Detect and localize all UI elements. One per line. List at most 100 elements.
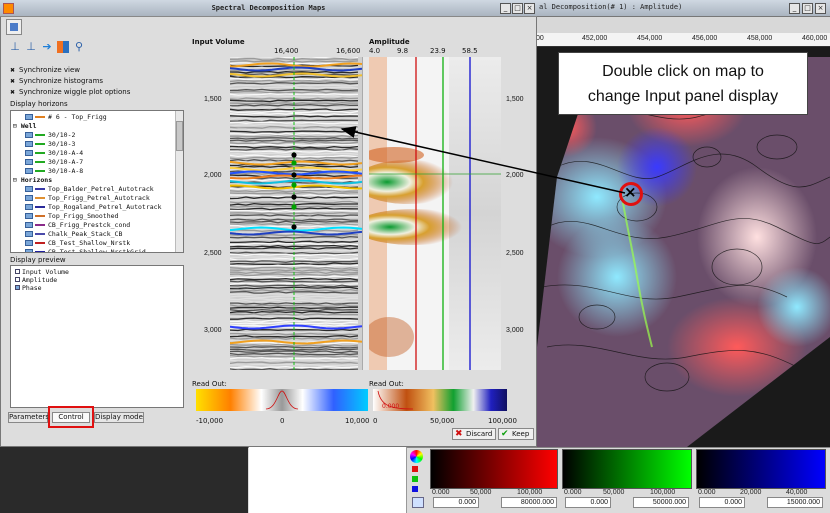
keep-button[interactable]: ✔ Keep [498, 428, 534, 440]
preview-item[interactable]: Phase [15, 284, 42, 292]
blue-colorbar[interactable] [696, 449, 826, 489]
visibility-icon[interactable] [25, 240, 33, 246]
maximize-icon[interactable]: □ [512, 3, 523, 14]
amplitude-section[interactable] [369, 57, 501, 370]
blue-max-input[interactable]: 15000.000 [767, 497, 823, 508]
green-tick: 0.000 [564, 489, 582, 496]
option-label: Synchronize wiggle plot options [19, 88, 131, 96]
visibility-icon[interactable] [25, 231, 33, 237]
horizon-item[interactable]: Top_Rogaland_Petrel_Autotrack [25, 203, 162, 212]
checkbox-icon[interactable]: ✖ [10, 68, 16, 74]
visibility-icon[interactable] [25, 195, 33, 201]
visibility-icon[interactable] [25, 141, 33, 147]
visibility-icon[interactable] [25, 213, 33, 219]
map-window-titlebar[interactable]: al Decomposition(# 1) : Amplitude) _ □ × [537, 0, 830, 17]
red-colorbar[interactable] [430, 449, 558, 489]
horizons-list[interactable]: # 6 - Top_Frigg ⊟ Well 30/10-2 30/10-3 30/10… [10, 110, 184, 253]
visibility-icon[interactable] [25, 249, 33, 252]
horizon-item[interactable]: Top_Balder_Petrel_Autotrack [25, 185, 154, 194]
list-group[interactable]: ⊟ Well [13, 122, 36, 131]
axis-tool-icon[interactable]: ⊥ [24, 40, 38, 54]
red-min-input[interactable]: 0.000 [433, 497, 479, 508]
horizon-label: 30/10-A-7 [48, 158, 84, 166]
sync-histograms-option[interactable]: ✖ Synchronize histograms [10, 77, 103, 85]
input-volume-colorbar[interactable] [196, 389, 368, 411]
red-swatch[interactable] [412, 466, 418, 472]
arrow-right-icon[interactable]: ➔ [40, 40, 54, 54]
amp-top-tick: 23.9 [430, 47, 446, 55]
preview-item[interactable]: Amplitude [15, 276, 57, 284]
blue-min-input[interactable]: 0.000 [699, 497, 745, 508]
color-wheel-icon[interactable] [410, 450, 423, 463]
color-grid-icon[interactable] [56, 40, 70, 54]
collapse-icon[interactable]: ⊟ [13, 122, 21, 130]
maximize-icon[interactable]: □ [802, 3, 813, 14]
horizon-item[interactable]: 30/10-2 [25, 131, 75, 140]
ruler-tick: 454,000 [637, 35, 663, 42]
control-tab-highlight [48, 406, 94, 428]
preview-item[interactable]: Input Volume [15, 268, 69, 276]
visibility-icon[interactable] [25, 204, 33, 210]
tab-parameters[interactable]: Parameters [8, 412, 49, 423]
close-icon[interactable]: × [815, 3, 826, 14]
input-volume-title: Input Volume [192, 38, 245, 46]
horizon-item[interactable]: # 6 - Top_Frigg [25, 113, 107, 122]
green-swatch[interactable] [412, 476, 418, 482]
blue-swatch[interactable] [412, 486, 418, 492]
visibility-icon[interactable] [25, 186, 33, 192]
checkbox-icon[interactable]: ✖ [10, 79, 16, 85]
zoom-icon[interactable]: ⚲ [72, 40, 86, 54]
dialog-titlebar[interactable]: Spectral Decomposition Maps _ □ × [0, 0, 537, 17]
iv-depth-tick: 2,500 [204, 250, 222, 257]
list-group[interactable]: ⊟ Horizons [13, 176, 52, 185]
sync-wiggle-option[interactable]: ✖ Synchronize wiggle plot options [10, 88, 130, 96]
display-preview-list[interactable]: Input Volume Amplitude Phase [10, 265, 184, 408]
visibility-icon[interactable] [25, 159, 33, 165]
map-toolbar [537, 17, 830, 33]
visibility-icon[interactable] [25, 150, 33, 156]
iv-depth-tick: 2,000 [204, 172, 222, 179]
green-colorbar[interactable] [562, 449, 692, 489]
visibility-icon[interactable] [25, 222, 33, 228]
visibility-icon[interactable] [25, 132, 33, 138]
red-max-input[interactable]: 80000.000 [501, 497, 557, 508]
line-color-icon [35, 224, 45, 226]
discard-icon: ✖ [455, 429, 463, 439]
discard-button[interactable]: ✖ Discard [452, 428, 496, 440]
horizon-item[interactable]: Top_Frigg_Smoothed [25, 212, 118, 221]
horizon-item[interactable]: CB_Test_Shallow_NrstkGrid [25, 248, 146, 252]
amp-top-tick: 58.5 [462, 47, 478, 55]
horizon-item[interactable]: Chalk_Peak_Stack_CB [25, 230, 122, 239]
horizon-item[interactable]: 30/10-A-7 [25, 158, 83, 167]
sync-view-option[interactable]: ✖ Synchronize view [10, 66, 80, 74]
collapse-icon[interactable]: ⊟ [13, 176, 21, 184]
horizon-item[interactable]: 30/10-3 [25, 140, 75, 149]
iv-scrollbar[interactable] [362, 57, 369, 370]
amp-depth-tick: 2,000 [506, 172, 524, 179]
horizon-tool-icon[interactable]: ⊥ [8, 40, 22, 54]
input-volume-section[interactable] [230, 57, 362, 370]
horizon-item[interactable]: Top_Frigg_Petrel_Autotrack [25, 194, 150, 203]
visibility-icon[interactable] [25, 114, 33, 120]
horizon-item[interactable]: CB_Test_Shallow_Nrstk [25, 239, 130, 248]
settings-icon[interactable] [6, 19, 22, 35]
line-color-icon [35, 116, 45, 118]
amp-depth-tick: 3,000 [506, 327, 524, 334]
map-window-title: al Decomposition(# 1) : Amplitude) [539, 3, 683, 11]
list-scrollbar[interactable] [175, 111, 183, 252]
minimize-icon[interactable]: _ [500, 3, 511, 14]
edit-icon[interactable] [412, 497, 424, 508]
checkbox-icon[interactable]: ✖ [10, 90, 16, 96]
green-min-input[interactable]: 0.000 [565, 497, 611, 508]
green-max-input[interactable]: 50000.000 [633, 497, 689, 508]
horizon-item[interactable]: 30/10-A-8 [25, 167, 83, 176]
amp-top-tick: 4.0 [369, 47, 381, 55]
tab-display-mode[interactable]: Display mode [94, 412, 144, 423]
horizon-item[interactable]: 30/10-A-4 [25, 149, 83, 158]
minimize-icon[interactable]: _ [789, 3, 800, 14]
visibility-icon[interactable] [25, 168, 33, 174]
horizon-item[interactable]: CB_Frigg_Prestck_cond [25, 221, 130, 230]
close-icon[interactable]: × [524, 3, 535, 14]
iv-cb-tick: 0 [280, 417, 285, 425]
line-color-icon [35, 134, 45, 136]
